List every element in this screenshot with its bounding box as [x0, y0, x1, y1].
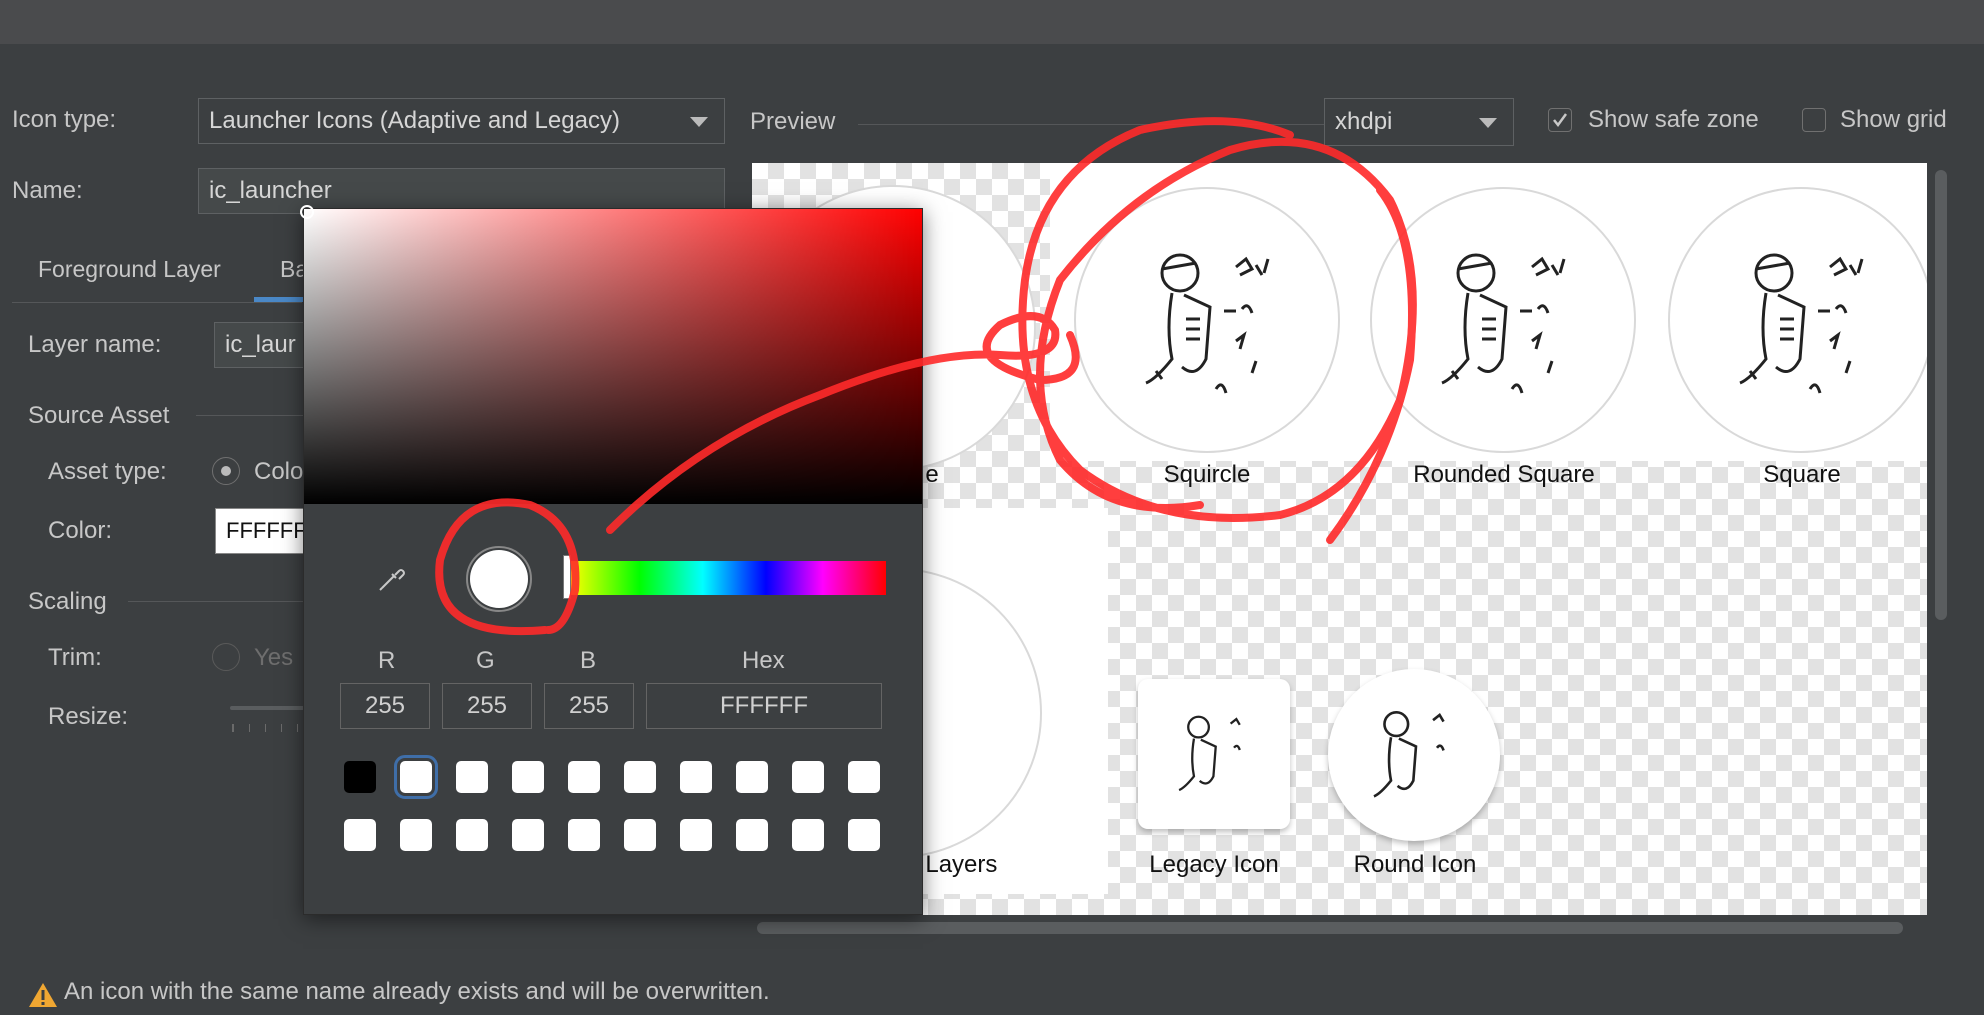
b-input[interactable]: 255 — [544, 683, 634, 729]
selected-color-preview — [466, 546, 532, 612]
color-swatch[interactable] — [568, 819, 600, 851]
icon-type-label: Icon type: — [12, 106, 117, 133]
preview-horizontal-scrollbar[interactable] — [757, 922, 1903, 934]
g-label: G — [476, 647, 495, 674]
window-title-bar — [0, 0, 1984, 44]
asset-type-color-radio[interactable] — [212, 457, 240, 485]
tabs-divider — [12, 302, 302, 303]
show-safe-zone-label: Show safe zone — [1588, 106, 1759, 133]
launcher-figure-icon — [1739, 253, 1864, 394]
color-swatch[interactable] — [736, 761, 768, 793]
preview-canvas: e Squircle Rounded Square Square ed Laye… — [752, 163, 1927, 915]
preview-divider — [858, 124, 1324, 125]
tab-foreground-layer[interactable]: Foreground Layer — [38, 256, 221, 283]
hue-slider-handle[interactable] — [563, 555, 571, 599]
color-swatch[interactable] — [792, 761, 824, 793]
hex-input[interactable]: FFFFFF — [646, 683, 882, 729]
preview-heading: Preview — [750, 108, 836, 135]
sv-cursor[interactable] — [300, 205, 314, 219]
g-input[interactable]: 255 — [442, 683, 532, 729]
launcher-figure-icon — [1441, 253, 1566, 394]
layer-name-input[interactable]: ic_laur — [214, 322, 314, 368]
color-swatch[interactable] — [512, 819, 544, 851]
color-swatch[interactable] — [400, 819, 432, 851]
color-picker-popup: R G B Hex 255 255 255 FFFFFF — [300, 205, 923, 915]
resize-slider-ticks — [232, 724, 307, 732]
icon-caption-rounded-square: Rounded Square — [1413, 461, 1595, 488]
source-asset-heading: Source Asset — [28, 402, 170, 429]
icon-caption-square: Square — [1763, 461, 1841, 488]
resize-label: Resize: — [48, 703, 129, 730]
rounded-square-icon-preview — [1370, 187, 1636, 453]
color-swatch[interactable] — [568, 761, 600, 793]
color-swatch[interactable] — [456, 819, 488, 851]
show-grid-checkbox[interactable] — [1802, 108, 1826, 132]
legacy-icon-preview — [1138, 679, 1290, 829]
launcher-figure-icon — [1178, 715, 1241, 792]
hex-label: Hex — [742, 647, 785, 674]
icon-type-value: Launcher Icons (Adaptive and Legacy) — [209, 107, 620, 134]
color-swatch[interactable] — [344, 761, 376, 793]
show-grid-label: Show grid — [1840, 106, 1947, 133]
color-swatch[interactable] — [456, 761, 488, 793]
overwrite-warning-text: An icon with the same name already exist… — [64, 978, 770, 1005]
icon-type-dropdown[interactable]: Launcher Icons (Adaptive and Legacy) — [198, 98, 725, 144]
chevron-down-icon — [1479, 118, 1497, 128]
color-swatch[interactable] — [624, 819, 656, 851]
color-swatch[interactable] — [736, 819, 768, 851]
density-value: xhdpi — [1335, 108, 1393, 135]
color-swatch[interactable] — [624, 761, 656, 793]
eyedropper-icon[interactable] — [376, 564, 406, 601]
color-swatch[interactable] — [512, 761, 544, 793]
resize-slider[interactable] — [230, 706, 306, 710]
trim-label: Trim: — [48, 644, 102, 671]
color-swatch[interactable] — [394, 755, 438, 799]
squircle-icon-preview — [1074, 187, 1340, 453]
saturation-value-area[interactable] — [304, 209, 922, 504]
launcher-figure-icon — [1145, 253, 1270, 394]
trim-yes-radio[interactable] — [212, 643, 240, 671]
asset-type-option-label: Colo — [254, 458, 304, 485]
asset-type-label: Asset type: — [48, 458, 167, 485]
square-icon-preview — [1668, 187, 1927, 453]
r-label: R — [378, 647, 396, 674]
hue-slider[interactable] — [570, 561, 886, 595]
preview-vertical-scrollbar[interactable] — [1935, 170, 1947, 620]
checkmark-icon — [1553, 113, 1568, 128]
color-swatch[interactable] — [344, 819, 376, 851]
round-icon-preview — [1328, 669, 1500, 841]
color-input[interactable]: FFFFFF — [215, 508, 307, 554]
b-label: B — [580, 647, 597, 674]
color-swatch[interactable] — [848, 819, 880, 851]
name-label: Name: — [12, 177, 83, 204]
color-swatch[interactable] — [848, 761, 880, 793]
density-dropdown[interactable]: xhdpi — [1324, 98, 1514, 146]
color-swatch[interactable] — [792, 819, 824, 851]
color-swatch[interactable] — [680, 819, 712, 851]
chevron-down-icon — [690, 117, 708, 127]
scaling-heading: Scaling — [28, 588, 107, 615]
color-swatch[interactable] — [680, 761, 712, 793]
r-input[interactable]: 255 — [340, 683, 430, 729]
show-safe-zone-checkbox[interactable] — [1548, 108, 1572, 132]
color-label: Color: — [48, 517, 113, 544]
icon-caption-round: Round Icon — [1353, 851, 1477, 878]
trim-yes-label: Yes — [254, 644, 294, 671]
radio-dot-icon — [221, 466, 231, 476]
scaling-divider — [128, 601, 306, 602]
warning-icon — [28, 982, 58, 1015]
icon-caption-squircle: Squircle — [1163, 461, 1251, 488]
icon-caption-legacy: Legacy Icon — [1149, 851, 1279, 878]
launcher-figure-icon — [1373, 711, 1445, 798]
layer-name-label: Layer name: — [28, 331, 162, 358]
source-asset-divider — [196, 415, 306, 416]
